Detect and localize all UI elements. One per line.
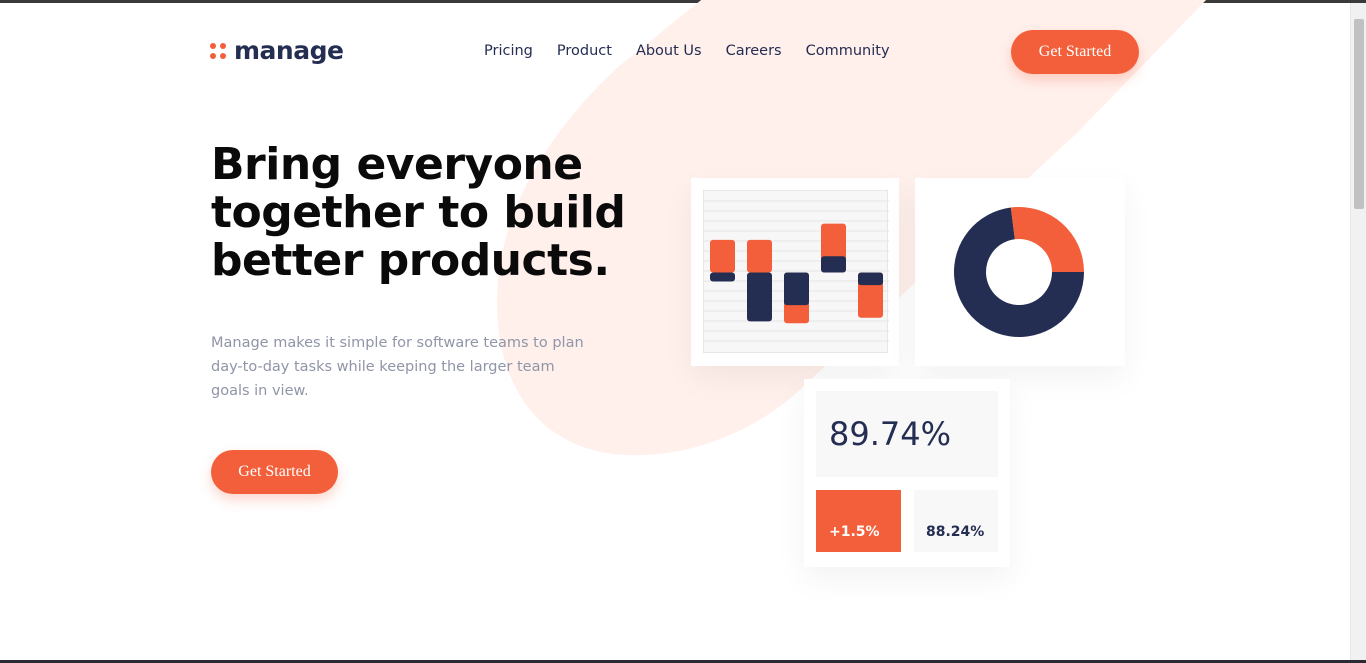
- stat-secondary-value: 88.24%: [914, 490, 998, 552]
- donut-chart: [954, 207, 1084, 337]
- hero-headline: Bring everyone together to build better …: [211, 139, 626, 286]
- stats-card: 89.74% +1.5% 88.24%: [804, 379, 1010, 567]
- hero-get-started-button[interactable]: Get Started: [211, 450, 338, 494]
- bar-chart-bar: [858, 272, 883, 286]
- bar-chart-bar: [710, 239, 735, 273]
- bar-chart-plot: [703, 190, 889, 353]
- bar-chart-bar: [747, 272, 772, 322]
- bar-chart: [704, 200, 889, 342]
- logo[interactable]: manage: [210, 36, 344, 65]
- nav-item-pricing[interactable]: Pricing: [484, 43, 533, 59]
- bar-chart-bar: [821, 256, 846, 273]
- donut-chart-slice: [1010, 207, 1084, 272]
- nav-item-careers[interactable]: Careers: [726, 43, 782, 59]
- nav-item-about-us[interactable]: About Us: [636, 43, 702, 59]
- main-nav: Pricing Product About Us Careers Communi…: [484, 43, 914, 59]
- nav-item-community[interactable]: Community: [806, 43, 890, 59]
- donut-chart-card: [915, 178, 1125, 366]
- scrollbar-thumb[interactable]: [1354, 19, 1364, 209]
- header-get-started-button[interactable]: Get Started: [1011, 30, 1139, 74]
- bar-chart-card: [691, 178, 899, 366]
- stat-main-value: 89.74%: [816, 391, 998, 477]
- stat-change-value: +1.5%: [816, 490, 901, 552]
- bar-chart-bar: [784, 272, 809, 306]
- nav-item-product[interactable]: Product: [557, 43, 612, 59]
- logo-dots-icon: [210, 42, 226, 59]
- logo-text: manage: [234, 36, 344, 65]
- bar-chart-bar: [710, 272, 735, 282]
- bar-chart-bar: [747, 239, 772, 273]
- hero-subtext: Manage makes it simple for software team…: [211, 335, 584, 399]
- page-scrollbar[interactable]: [1350, 3, 1366, 663]
